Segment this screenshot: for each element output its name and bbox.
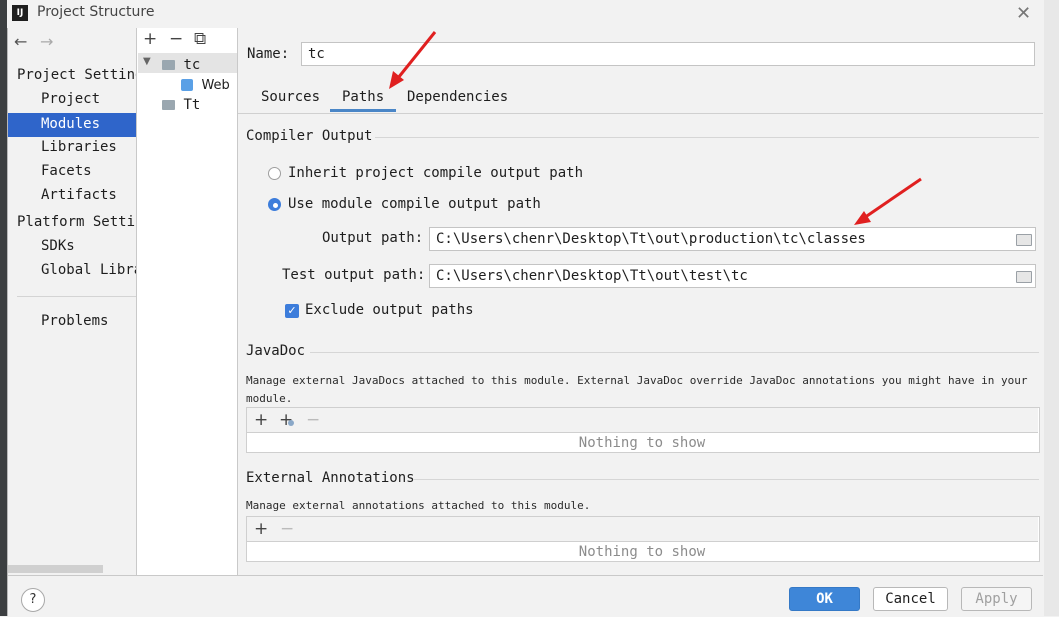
help-button[interactable]: ? [21, 588, 45, 612]
exclude-output-checkbox[interactable]: ✓ [285, 304, 299, 318]
sidebar-item-project[interactable]: Project [41, 91, 136, 107]
output-path-label: Output path: [322, 230, 424, 246]
name-label: Name: [247, 46, 290, 62]
inherit-output-radio[interactable] [268, 167, 281, 180]
add-icon[interactable]: + [254, 410, 268, 430]
sidebar-item-facets[interactable]: Facets [41, 163, 136, 179]
javadoc-description: Manage external JavaDocs attached to thi… [246, 374, 1028, 405]
close-icon[interactable]: ✕ [1016, 3, 1031, 24]
group-divider [414, 479, 1039, 480]
ok-button[interactable]: OK [789, 587, 860, 611]
tree-node-label: tc [183, 57, 201, 73]
external-annotations-title: External Annotations [246, 470, 415, 486]
javadoc-title: JavaDoc [246, 343, 306, 359]
javadoc-list-toolbar [247, 408, 1038, 433]
sidebar-horizontal-scrollbar[interactable] [8, 565, 103, 573]
globe-badge-icon [288, 420, 294, 426]
remove-icon[interactable]: − [306, 410, 320, 430]
annotation-arrow-icon [389, 31, 437, 89]
sidebar-item-sdks[interactable]: SDKs [41, 238, 136, 254]
tree-node-tt[interactable]: Tt [162, 97, 200, 113]
tabs-underline [238, 113, 1043, 114]
remove-module-icon[interactable]: − [169, 29, 183, 49]
external-annotations-description: Manage external annotations attached to … [246, 499, 591, 512]
remove-icon[interactable]: − [280, 519, 294, 539]
sidebar-item-artifacts[interactable]: Artifacts [41, 187, 136, 203]
apply-button[interactable]: Apply [961, 587, 1032, 611]
web-facet-icon [181, 79, 193, 91]
add-module-icon[interactable]: + [143, 29, 157, 49]
tree-node-label: Tt [183, 97, 201, 113]
forward-arrow-icon[interactable]: → [40, 32, 53, 51]
add-icon[interactable]: + [254, 519, 268, 539]
external-annotations-empty-text: Nothing to show [578, 544, 706, 560]
tree-node-label: Web [201, 78, 230, 93]
compiler-output-title: Compiler Output [246, 128, 373, 144]
module-folder-icon [162, 60, 175, 70]
output-path-input[interactable]: C:\Users\chenr\Desktop\Tt\out\production… [429, 227, 1036, 251]
sidebar-item-problems[interactable]: Problems [41, 313, 136, 329]
test-output-path-input[interactable]: C:\Users\chenr\Desktop\Tt\out\test\tc [429, 264, 1036, 288]
external-annotations-list-toolbar [247, 517, 1038, 542]
intellij-app-icon: IJ [12, 5, 28, 21]
tab-sources[interactable]: Sources [261, 89, 320, 105]
exclude-output-label[interactable]: Exclude output paths [305, 302, 474, 318]
use-module-output-radio[interactable] [268, 198, 281, 211]
annotation-arrow-icon [854, 177, 922, 225]
group-divider [310, 352, 1039, 353]
browse-folder-icon[interactable] [1016, 234, 1032, 246]
test-output-path-label: Test output path: [282, 267, 426, 283]
tree-node-tc[interactable]: tc [162, 57, 200, 73]
background-ide-right [1043, 0, 1059, 616]
tree-node-web[interactable]: Web [181, 77, 230, 93]
section-project-settings: Project Setting [17, 67, 136, 83]
group-divider [375, 137, 1039, 138]
back-arrow-icon[interactable]: ← [14, 32, 27, 51]
sidebar-item-libraries[interactable]: Libraries [41, 139, 136, 155]
sidebar-divider [17, 296, 136, 297]
settings-sidebar [8, 28, 137, 575]
sidebar-item-modules[interactable]: Modules [8, 113, 136, 137]
copy-module-icon[interactable]: ⧉ [194, 29, 206, 49]
section-platform-settings: Platform Settin [17, 214, 136, 230]
chevron-down-icon[interactable]: ▼ [143, 56, 151, 67]
module-folder-icon [162, 100, 175, 110]
sidebar-item-global-libraries[interactable]: Global Libra [41, 262, 136, 278]
window-title: Project Structure [37, 4, 155, 20]
browse-folder-icon[interactable] [1016, 271, 1032, 283]
cancel-button[interactable]: Cancel [873, 587, 948, 611]
title-bar [7, 0, 1043, 28]
inherit-output-label[interactable]: Inherit project compile output path [288, 165, 583, 181]
use-module-output-label[interactable]: Use module compile output path [288, 196, 541, 212]
javadoc-empty-text: Nothing to show [578, 435, 706, 451]
background-ide-left [0, 0, 7, 616]
